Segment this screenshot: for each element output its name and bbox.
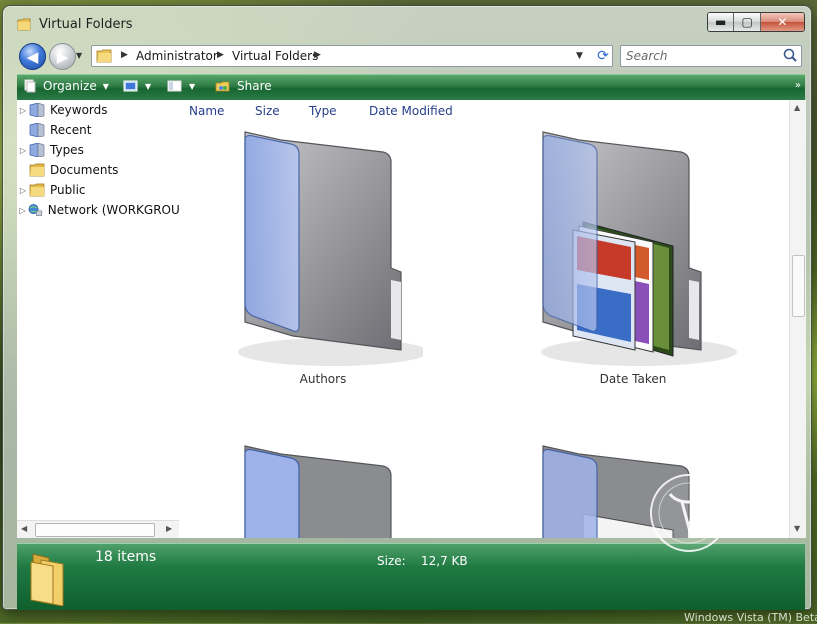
refresh-icon[interactable]: ⟳	[594, 47, 612, 65]
organize-button[interactable]: Organize ▼	[23, 79, 109, 93]
folder-icon	[30, 553, 64, 606]
chevron-down-icon: ▼	[145, 81, 152, 91]
folder-item-authors[interactable]: Authors	[223, 130, 428, 390]
share-label: Share	[237, 79, 272, 93]
organize-label: Organize	[43, 79, 97, 93]
column-header-type[interactable]: Type	[309, 104, 337, 118]
folder-icon	[17, 18, 31, 31]
maximize-button[interactable]: ▢	[734, 13, 761, 31]
tree-item-label: Documents	[50, 163, 119, 177]
tree-item-label: Recent	[50, 123, 92, 137]
tree-item-recent[interactable]: Recent	[17, 121, 179, 139]
share-button[interactable]: Share	[215, 79, 272, 93]
scrollbar-thumb[interactable]	[792, 255, 805, 317]
breadcrumb-separator-icon[interactable]: ▶	[121, 50, 128, 60]
column-header-date-modified[interactable]: Date Modified	[369, 104, 453, 118]
virtual-folder-icon	[244, 445, 392, 538]
vertical-scrollbar[interactable]: ▲ ▼	[789, 100, 806, 538]
tree-item-label: Network (WORKGROUP	[47, 203, 179, 217]
tree-item-documents[interactable]: Documents	[17, 161, 179, 179]
folder-label: Authors	[299, 372, 347, 386]
virtual-folder-icon	[29, 143, 45, 157]
item-count: 18 items	[95, 549, 157, 565]
chevron-down-icon: ▼	[102, 81, 109, 91]
folder-item[interactable]	[223, 444, 423, 538]
search-icon[interactable]	[781, 47, 799, 65]
scrollbar-thumb[interactable]	[35, 523, 155, 537]
horizontal-scrollbar[interactable]: ◀ ▶	[17, 520, 179, 538]
scroll-down-icon[interactable]: ▼	[794, 524, 800, 533]
recent-pages-dropdown[interactable]: ▼	[76, 51, 82, 60]
folder-icon	[29, 163, 45, 177]
arrow-right-icon: ▶	[56, 47, 69, 66]
navigation-pane: ▷ Keywords Recent ▷ Types Documents ▷ Pu…	[17, 100, 179, 538]
command-bar: Organize ▼ ▼ ▼ Share »	[17, 74, 805, 101]
tree-item-label: Public	[50, 183, 86, 197]
breadcrumb-administrator[interactable]: Administrator	[136, 49, 218, 63]
forward-button[interactable]: ▶	[49, 43, 76, 70]
chevron-down-icon: ▼	[189, 81, 196, 91]
folder-icon	[96, 49, 112, 63]
network-icon	[28, 204, 43, 216]
os-watermark: Windows Vista (TM) Beta	[684, 611, 817, 624]
tree-item-network[interactable]: ▷ Network (WORKGROUP	[17, 201, 179, 219]
search-input[interactable]	[621, 46, 781, 66]
organize-icon	[24, 79, 36, 93]
folder-label: Date Taken	[599, 372, 667, 386]
scroll-right-icon[interactable]: ▶	[166, 524, 172, 533]
expand-icon[interactable]: ▷	[17, 146, 29, 155]
share-icon	[215, 81, 230, 92]
views-button[interactable]: ▼	[123, 79, 151, 93]
address-bar[interactable]: ▶ Administrator ▶ Virtual Folders ▶ ▼ ⟳	[91, 45, 613, 67]
arrow-left-icon: ◀	[26, 47, 39, 66]
expand-icon[interactable]: ▷	[17, 186, 29, 195]
virtual-folder-icon	[238, 131, 428, 366]
expand-icon[interactable]: ▷	[17, 206, 28, 215]
breadcrumb-separator-icon[interactable]: ▶	[217, 50, 224, 60]
layout-icon	[167, 80, 182, 92]
folder-icon	[29, 183, 45, 197]
column-header-size[interactable]: Size	[255, 104, 280, 118]
virtual-folder-thumbnails-icon	[541, 131, 737, 366]
size-value: 12,7 KB	[421, 554, 468, 568]
minimize-button[interactable]: ▬	[708, 13, 735, 31]
address-dropdown-icon[interactable]: ▼	[576, 51, 583, 61]
more-commands-icon[interactable]: »	[795, 80, 801, 91]
tree-item-label: Keywords	[50, 103, 108, 117]
breadcrumb-virtual-folders[interactable]: Virtual Folders	[232, 49, 318, 63]
expand-icon[interactable]: ▷	[17, 106, 29, 115]
layout-button[interactable]: ▼	[167, 79, 195, 93]
watermark-logo	[650, 474, 728, 552]
size-label: Size:	[377, 554, 406, 568]
views-icon	[123, 80, 138, 92]
tree-item-public[interactable]: ▷ Public	[17, 181, 179, 199]
breadcrumb-separator-icon[interactable]: ▶	[314, 50, 321, 60]
tree-item-types[interactable]: ▷ Types	[17, 141, 179, 159]
tree-item-label: Types	[50, 143, 84, 157]
window-title: Virtual Folders	[39, 17, 133, 32]
tree-item-keywords[interactable]: ▷ Keywords	[17, 101, 179, 119]
search-box[interactable]	[620, 45, 802, 67]
virtual-folder-icon	[29, 123, 45, 137]
back-button[interactable]: ◀	[19, 43, 46, 70]
scroll-up-icon[interactable]: ▲	[794, 103, 800, 112]
folder-item-date-taken[interactable]: Date Taken	[523, 130, 743, 390]
virtual-folder-icon	[29, 103, 45, 117]
close-button[interactable]: ✕	[760, 13, 804, 31]
caption-buttons: ▬ ▢ ✕	[707, 12, 805, 32]
column-header-name[interactable]: Name	[189, 104, 224, 118]
scroll-left-icon[interactable]: ◀	[21, 524, 27, 533]
